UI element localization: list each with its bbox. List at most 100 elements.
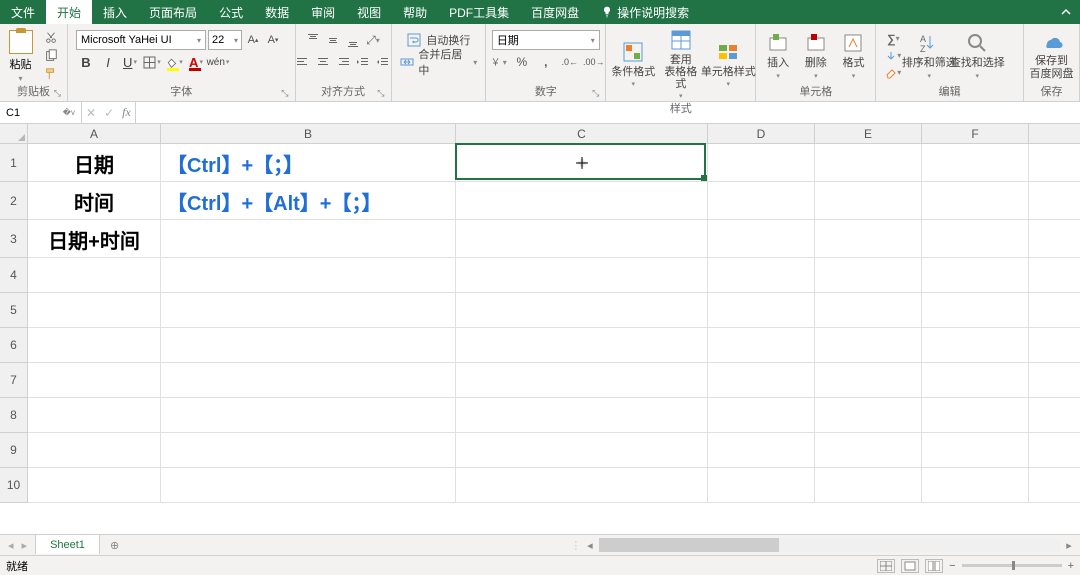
column-header[interactable]: E bbox=[815, 124, 922, 143]
dialog-launcher-icon[interactable]: ⤡ bbox=[54, 88, 61, 99]
find-select-button[interactable]: 查找和选择▾ bbox=[956, 31, 998, 79]
cell[interactable]: 日期+时间 bbox=[28, 220, 161, 258]
increase-font-button[interactable]: A▴ bbox=[244, 31, 262, 49]
format-cells-button[interactable]: 格式▾ bbox=[838, 31, 870, 79]
tab-formulas[interactable]: 公式 bbox=[208, 0, 254, 24]
decrease-indent-button[interactable] bbox=[353, 52, 373, 72]
column-header[interactable]: D bbox=[708, 124, 815, 143]
clear-button[interactable]: ▾ bbox=[884, 65, 902, 81]
tab-home[interactable]: 开始 bbox=[46, 0, 92, 24]
collapse-ribbon-button[interactable] bbox=[1056, 2, 1076, 22]
page-break-view-button[interactable] bbox=[925, 559, 943, 573]
cell[interactable] bbox=[161, 328, 456, 363]
zoom-slider[interactable] bbox=[962, 564, 1062, 567]
cell[interactable] bbox=[161, 293, 456, 328]
insert-cells-button[interactable]: 插入▾ bbox=[762, 31, 794, 79]
tell-me-search[interactable]: 操作说明搜索 bbox=[590, 0, 700, 24]
sheet-tab-active[interactable]: Sheet1 bbox=[35, 534, 100, 554]
cell[interactable] bbox=[922, 363, 1029, 398]
column-headers[interactable]: ABCDEF bbox=[28, 124, 1080, 144]
row-header[interactable]: 4 bbox=[0, 258, 27, 293]
row-header[interactable]: 1 bbox=[0, 144, 27, 182]
dialog-launcher-icon[interactable]: ⤡ bbox=[592, 88, 599, 99]
cell[interactable] bbox=[161, 220, 456, 258]
cell[interactable] bbox=[815, 293, 922, 328]
cell[interactable] bbox=[708, 182, 815, 220]
tab-insert[interactable]: 插入 bbox=[92, 0, 138, 24]
phonetic-guide-button[interactable]: wén▾ bbox=[208, 52, 228, 72]
column-header[interactable]: A bbox=[28, 124, 161, 143]
insert-function-button[interactable]: fx bbox=[122, 105, 131, 120]
cell[interactable] bbox=[708, 363, 815, 398]
enter-formula-button[interactable]: ✓ bbox=[104, 106, 114, 120]
font-name-select[interactable]: Microsoft YaHei UI▾ bbox=[76, 30, 206, 50]
cell[interactable] bbox=[708, 293, 815, 328]
name-box[interactable]: C1�v bbox=[0, 102, 82, 123]
cell[interactable] bbox=[815, 398, 922, 433]
add-sheet-button[interactable]: ⊕ bbox=[100, 535, 129, 555]
paste-button[interactable]: 粘贴 ▾ bbox=[4, 26, 37, 83]
cell[interactable] bbox=[456, 220, 708, 258]
accounting-format-button[interactable]: ￥▾ bbox=[487, 52, 509, 72]
cell[interactable]: 日期 bbox=[28, 144, 161, 182]
underline-button[interactable]: U▾ bbox=[120, 52, 140, 72]
row-header[interactable]: 7 bbox=[0, 363, 27, 398]
cell[interactable] bbox=[815, 468, 922, 503]
sort-filter-button[interactable]: AZ 排序和筛选▾ bbox=[908, 31, 950, 79]
format-painter-button[interactable] bbox=[41, 66, 61, 82]
cell[interactable] bbox=[28, 363, 161, 398]
cell[interactable] bbox=[456, 363, 708, 398]
cells-container[interactable]: 日期【Ctrl】+【；】时间【Ctrl】+【Alt】+【；】日期+时间 bbox=[28, 144, 1080, 503]
cell[interactable] bbox=[922, 398, 1029, 433]
normal-view-button[interactable] bbox=[877, 559, 895, 573]
align-left-button[interactable] bbox=[293, 52, 313, 72]
dialog-launcher-icon[interactable]: ⤡ bbox=[377, 88, 384, 99]
column-header[interactable]: B bbox=[161, 124, 456, 143]
font-size-select[interactable]: 22▾ bbox=[208, 30, 242, 50]
row-header[interactable]: 6 bbox=[0, 328, 27, 363]
comma-format-button[interactable]: , bbox=[535, 52, 557, 72]
cell[interactable] bbox=[708, 433, 815, 468]
fill-button[interactable]: ▾ bbox=[884, 48, 902, 64]
format-as-table-button[interactable]: 套用 表格格式▾ bbox=[660, 28, 701, 100]
align-top-button[interactable] bbox=[303, 30, 323, 50]
autosum-button[interactable]: ∑▾ bbox=[884, 31, 902, 47]
italic-button[interactable]: I bbox=[98, 52, 118, 72]
cell[interactable] bbox=[922, 328, 1029, 363]
cell[interactable] bbox=[161, 398, 456, 433]
cell[interactable] bbox=[28, 258, 161, 293]
row-header[interactable]: 10 bbox=[0, 468, 27, 503]
cell[interactable] bbox=[708, 398, 815, 433]
border-button[interactable]: ▾ bbox=[142, 52, 162, 72]
increase-indent-button[interactable] bbox=[373, 52, 393, 72]
cell[interactable] bbox=[922, 468, 1029, 503]
align-right-button[interactable] bbox=[333, 52, 353, 72]
sheet-nav-prev[interactable]: ◂ bbox=[8, 539, 14, 552]
row-header[interactable]: 3 bbox=[0, 220, 27, 258]
conditional-formatting-button[interactable]: 条件格式▾ bbox=[612, 40, 654, 88]
cell[interactable] bbox=[28, 468, 161, 503]
zoom-in-button[interactable]: + bbox=[1068, 560, 1074, 572]
cell[interactable] bbox=[708, 258, 815, 293]
cell[interactable]: 时间 bbox=[28, 182, 161, 220]
cell[interactable]: 【Ctrl】+【Alt】+【；】 bbox=[161, 182, 456, 220]
cell[interactable] bbox=[708, 328, 815, 363]
cell[interactable] bbox=[708, 144, 815, 182]
tab-help[interactable]: 帮助 bbox=[392, 0, 438, 24]
decrease-font-button[interactable]: A▾ bbox=[264, 31, 282, 49]
tab-data[interactable]: 数据 bbox=[254, 0, 300, 24]
merge-center-button[interactable]: 合并后居中 ▾ bbox=[400, 52, 478, 72]
cell[interactable] bbox=[708, 220, 815, 258]
cell[interactable] bbox=[456, 328, 708, 363]
number-format-select[interactable]: 日期▾ bbox=[492, 30, 600, 50]
row-header[interactable]: 8 bbox=[0, 398, 27, 433]
cell[interactable] bbox=[28, 328, 161, 363]
scroll-right-button[interactable]: ▸ bbox=[1062, 539, 1076, 552]
scroll-left-button[interactable]: ◂ bbox=[583, 539, 597, 552]
cell[interactable] bbox=[456, 258, 708, 293]
align-center-button[interactable] bbox=[313, 52, 333, 72]
cell[interactable] bbox=[456, 182, 708, 220]
orientation-button[interactable]: ⤢▾ bbox=[363, 30, 383, 50]
delete-cells-button[interactable]: 删除▾ bbox=[800, 31, 832, 79]
tab-review[interactable]: 审阅 bbox=[300, 0, 346, 24]
